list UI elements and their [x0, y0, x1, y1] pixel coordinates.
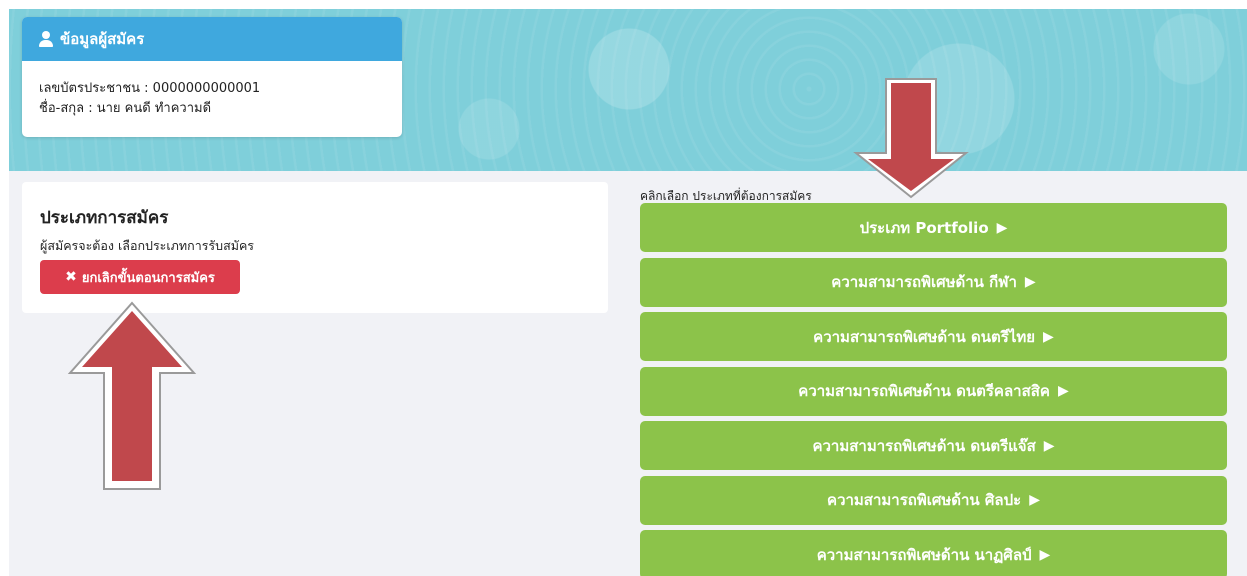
- play-arrow-icon: ▶: [1057, 383, 1069, 399]
- applicant-info-header: ข้อมูลผู้สมัคร: [22, 17, 402, 61]
- option-label: ความสามารถพิเศษด้าน ศิลปะ: [827, 491, 1022, 509]
- option-thai-music-button[interactable]: ความสามารถพิเศษด้าน ดนตรีไทย ▶: [640, 312, 1227, 361]
- application-type-title: ประเภทการสมัคร: [40, 208, 169, 228]
- left-margin: [0, 0, 9, 576]
- play-arrow-icon: ▶: [1043, 328, 1054, 345]
- play-arrow-icon: ▶: [996, 219, 1008, 236]
- option-label: ความสามารถพิเศษด้าน ดนตรีไทย: [813, 327, 1036, 346]
- applicant-info-card: ข้อมูลผู้สมัคร เลขบัตรประชาชน : 00000000…: [22, 17, 402, 137]
- play-arrow-icon: ▶: [1029, 492, 1040, 508]
- play-arrow-icon: ▶: [1024, 274, 1036, 290]
- option-label: ความสามารถพิเศษด้าน ดนตรีคลาสสิค: [798, 382, 1050, 400]
- option-label: ความสามารถพิเศษด้าน กีฬา: [831, 273, 1017, 291]
- option-label: ประเภท Portfolio: [859, 218, 989, 237]
- option-classical-music-button[interactable]: ความสามารถพิเศษด้าน ดนตรีคลาสสิค ▶: [640, 366, 1227, 416]
- cancel-application-label: ยกเลิกขั้นตอนการสมัคร: [81, 270, 215, 286]
- applicant-info-title: ข้อมูลผู้สมัคร: [60, 30, 145, 48]
- x-icon: ✖: [65, 269, 77, 285]
- play-arrow-icon: ▶: [1039, 546, 1051, 563]
- option-label: ความสามารถพิเศษด้าน นาฏศิลป์: [816, 545, 1032, 564]
- citizen-id-line: เลขบัตรประชาชน : 0000000000001: [39, 81, 261, 96]
- option-dance-button[interactable]: ความสามารถพิเศษด้าน นาฏศิลป์ ▶: [640, 530, 1227, 576]
- full-name-line: ชื่อ-สกุล : นาย คนดี ทำความดี: [39, 101, 212, 116]
- user-icon: [38, 31, 54, 47]
- applicant-info-body: เลขบัตรประชาชน : 0000000000001 ชื่อ-สกุล…: [22, 61, 402, 119]
- option-art-button[interactable]: ความสามารถพิเศษด้าน ศิลปะ ▶: [640, 475, 1227, 525]
- option-label: ความสามารถพิเศษด้าน ดนตรีแจ๊ส: [812, 436, 1036, 455]
- play-arrow-icon: ▶: [1043, 437, 1055, 454]
- option-jazz-music-button[interactable]: ความสามารถพิเศษด้าน ดนตรีแจ๊ส ▶: [640, 421, 1227, 470]
- up-arrow-annotation-icon: [67, 301, 197, 490]
- application-type-options: ประเภท Portfolio ▶ ความสามารถพิเศษด้าน ก…: [640, 203, 1227, 576]
- application-type-subtitle: ผู้สมัครจะต้อง เลือกประเภทการรับสมัคร: [40, 238, 255, 253]
- cancel-application-button[interactable]: ✖ ยกเลิกขั้นตอนการสมัคร: [40, 260, 240, 294]
- top-margin: [0, 0, 1247, 9]
- option-portfolio-button[interactable]: ประเภท Portfolio ▶: [640, 203, 1227, 252]
- option-sports-button[interactable]: ความสามารถพิเศษด้าน กีฬา ▶: [640, 257, 1227, 307]
- application-type-card: ประเภทการสมัคร ผู้สมัครจะต้อง เลือกประเภ…: [22, 182, 608, 313]
- down-arrow-annotation-icon: [853, 78, 969, 199]
